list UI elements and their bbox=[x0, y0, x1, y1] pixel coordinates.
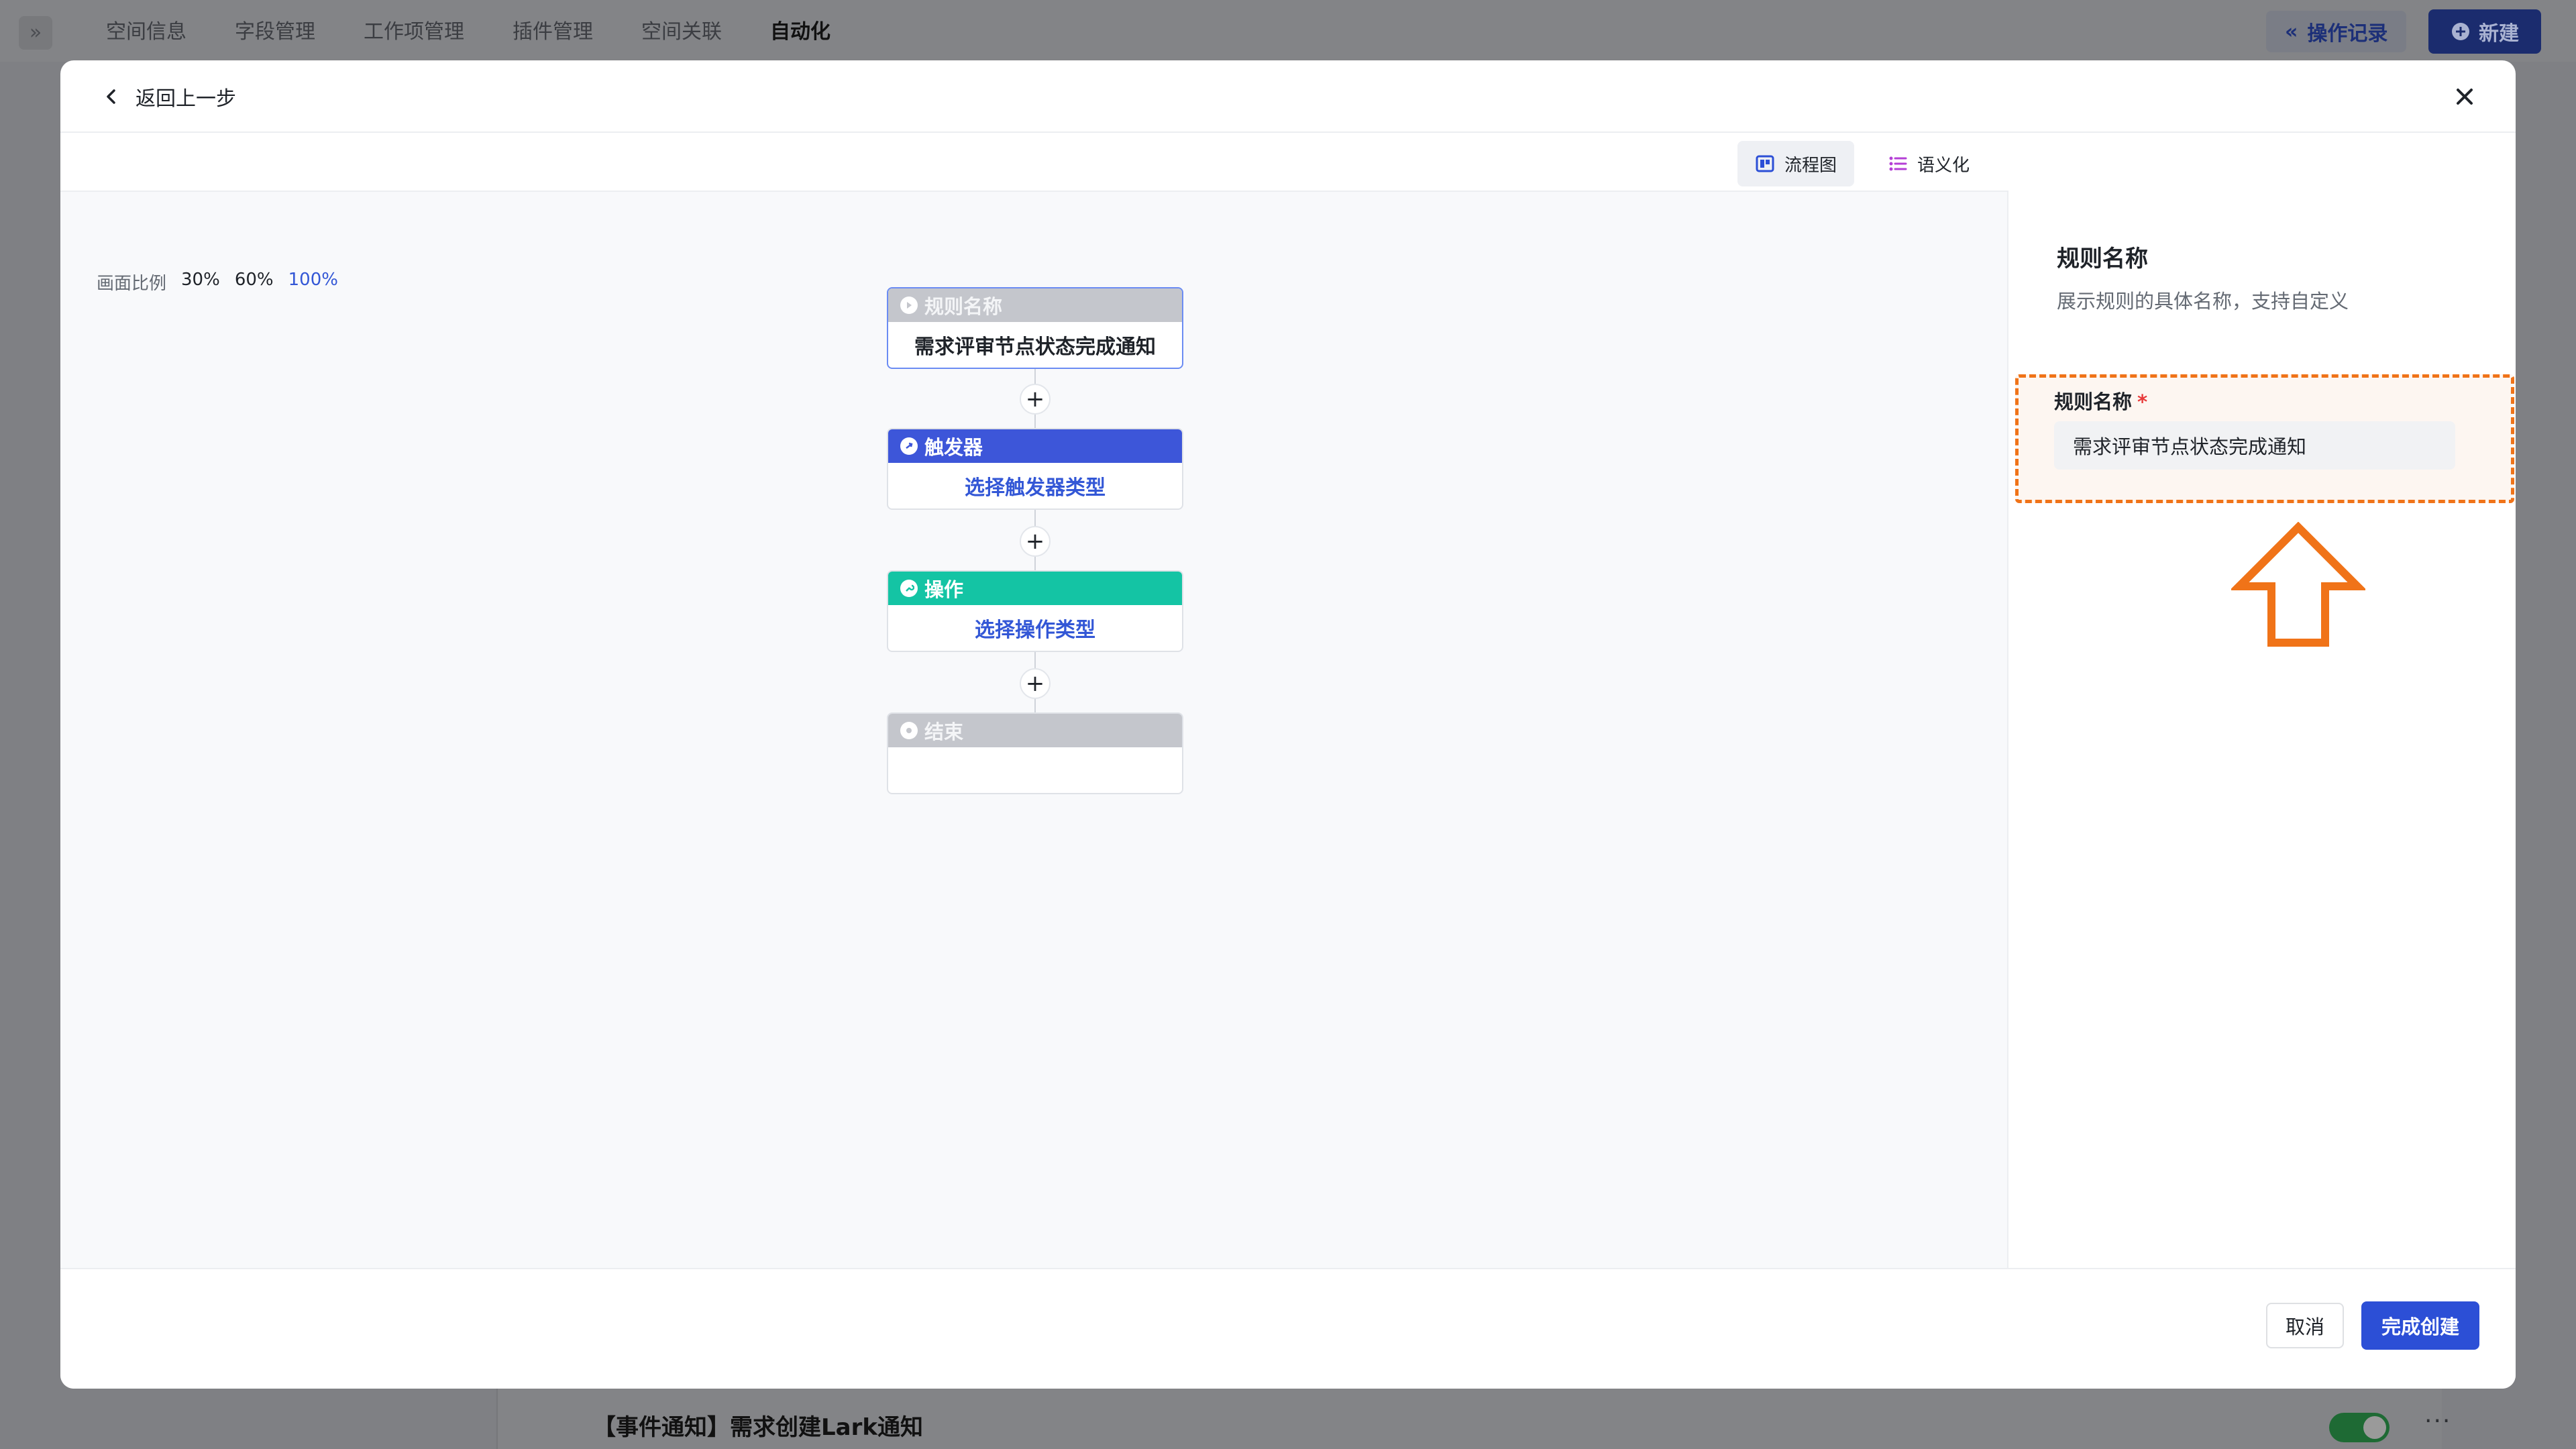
rule-name-node-header: 规则名称 bbox=[888, 288, 1182, 322]
new-button: 新建 bbox=[2428, 9, 2541, 54]
canvas-toolbar: 流程图 语义化 bbox=[60, 133, 2008, 192]
flow-view-button[interactable]: 流程图 bbox=[1737, 141, 1855, 186]
semantic-view-button[interactable]: 语义化 bbox=[1870, 141, 1987, 186]
modal-header: 返回上一步 bbox=[60, 60, 2516, 133]
operation-log-button: « 操作记录 bbox=[2266, 11, 2407, 52]
background-topbar: » 空间信息 字段管理 工作项管理 插件管理 空间关联 自动化 « 操作记录 新… bbox=[0, 0, 2576, 62]
select-action-type-link[interactable]: 选择操作类型 bbox=[888, 605, 1182, 651]
tab-plugin-management: 插件管理 bbox=[513, 20, 593, 44]
action-node[interactable]: 操作 选择操作类型 bbox=[887, 570, 1183, 652]
more-icon: ··· bbox=[2424, 1407, 2452, 1435]
required-mark: * bbox=[2137, 390, 2148, 413]
end-node-body bbox=[888, 747, 1182, 793]
trigger-node-header: 触发器 bbox=[888, 429, 1182, 463]
rule-name-field-label-text: 规则名称 bbox=[2054, 390, 2133, 413]
rule-name-field-label: 规则名称 * bbox=[2054, 386, 2147, 415]
rule-name-node-title: 规则名称 bbox=[924, 295, 1003, 318]
zoom-option-100[interactable]: 100% bbox=[288, 270, 338, 294]
action-node-header: 操作 bbox=[888, 572, 1182, 605]
end-node-title: 结束 bbox=[924, 720, 964, 743]
new-label: 新建 bbox=[2479, 22, 2519, 46]
arrow-up-icon bbox=[2231, 522, 2365, 647]
end-node: 结束 bbox=[887, 712, 1183, 794]
flow-view-label: 流程图 bbox=[1784, 155, 1837, 176]
background-list-item-title: 【事件通知】需求创建Lark通知 bbox=[593, 1414, 923, 1441]
rule-name-input[interactable] bbox=[2054, 421, 2455, 470]
panel-title: 规则名称 bbox=[2057, 246, 2148, 272]
zoom-control: 画面比例 30% 60% 100% bbox=[97, 270, 338, 294]
back-button[interactable]: 返回上一步 bbox=[102, 80, 236, 113]
semantic-view-label: 语义化 bbox=[1917, 155, 1970, 176]
end-node-header: 结束 bbox=[888, 714, 1182, 747]
modal-footer: 取消 完成创建 bbox=[60, 1268, 2516, 1389]
trigger-node-title: 触发器 bbox=[924, 436, 983, 459]
expand-sidebar-icon: » bbox=[19, 16, 52, 50]
operation-log-label: 操作记录 bbox=[2307, 22, 2388, 46]
zoom-option-30[interactable]: 30% bbox=[181, 270, 220, 294]
double-chevron-left-icon: « bbox=[2285, 19, 2298, 44]
flowchart-icon bbox=[1756, 155, 1774, 172]
plus-circle-icon bbox=[2452, 23, 2469, 40]
tab-work-item-management: 工作项管理 bbox=[364, 20, 464, 44]
action-node-title: 操作 bbox=[924, 578, 964, 601]
back-label: 返回上一步 bbox=[136, 87, 236, 111]
add-step-button[interactable]: + bbox=[1020, 668, 1051, 699]
tab-field-management: 字段管理 bbox=[235, 20, 315, 44]
rule-settings-panel: 规则名称 展示规则的具体名称，支持自定义 规则名称 * bbox=[2010, 133, 2516, 1268]
background-toggle bbox=[2329, 1413, 2390, 1442]
zoom-option-60[interactable]: 60% bbox=[235, 270, 274, 294]
tab-automation: 自动化 bbox=[770, 20, 830, 44]
flow-canvas[interactable]: 流程图 语义化 画面比例 30% 60% 100% 规则名称 需求评审节点状态完… bbox=[60, 133, 2008, 1268]
chevron-left-icon bbox=[107, 89, 115, 104]
rule-name-node-value: 需求评审节点状态完成通知 bbox=[914, 335, 1156, 359]
create-rule-modal: 返回上一步 流程图 语义化 画面比例 30% 60% 100% 规则名称 需求评… bbox=[60, 60, 2516, 1389]
trigger-node[interactable]: 触发器 选择触发器类型 bbox=[887, 428, 1183, 510]
trigger-icon bbox=[900, 437, 918, 455]
circle-icon bbox=[900, 722, 918, 739]
cancel-button[interactable]: 取消 bbox=[2266, 1303, 2344, 1348]
panel-description: 展示规则的具体名称，支持自定义 bbox=[2057, 290, 2349, 313]
tab-space-association: 空间关联 bbox=[641, 20, 722, 44]
list-icon bbox=[1889, 156, 1907, 171]
zoom-label: 画面比例 bbox=[97, 274, 167, 294]
rule-name-node[interactable]: 规则名称 需求评审节点状态完成通知 bbox=[887, 287, 1183, 369]
complete-create-button[interactable]: 完成创建 bbox=[2361, 1301, 2479, 1350]
background-tabs: 空间信息 字段管理 工作项管理 插件管理 空间关联 自动化 bbox=[106, 16, 879, 48]
close-icon[interactable] bbox=[2449, 80, 2481, 113]
wrench-icon bbox=[900, 580, 918, 597]
play-icon bbox=[900, 297, 918, 314]
add-step-button[interactable]: + bbox=[1020, 384, 1051, 415]
tab-space-info: 空间信息 bbox=[106, 20, 186, 44]
select-trigger-type-link[interactable]: 选择触发器类型 bbox=[888, 463, 1182, 508]
add-step-button[interactable]: + bbox=[1020, 526, 1051, 557]
